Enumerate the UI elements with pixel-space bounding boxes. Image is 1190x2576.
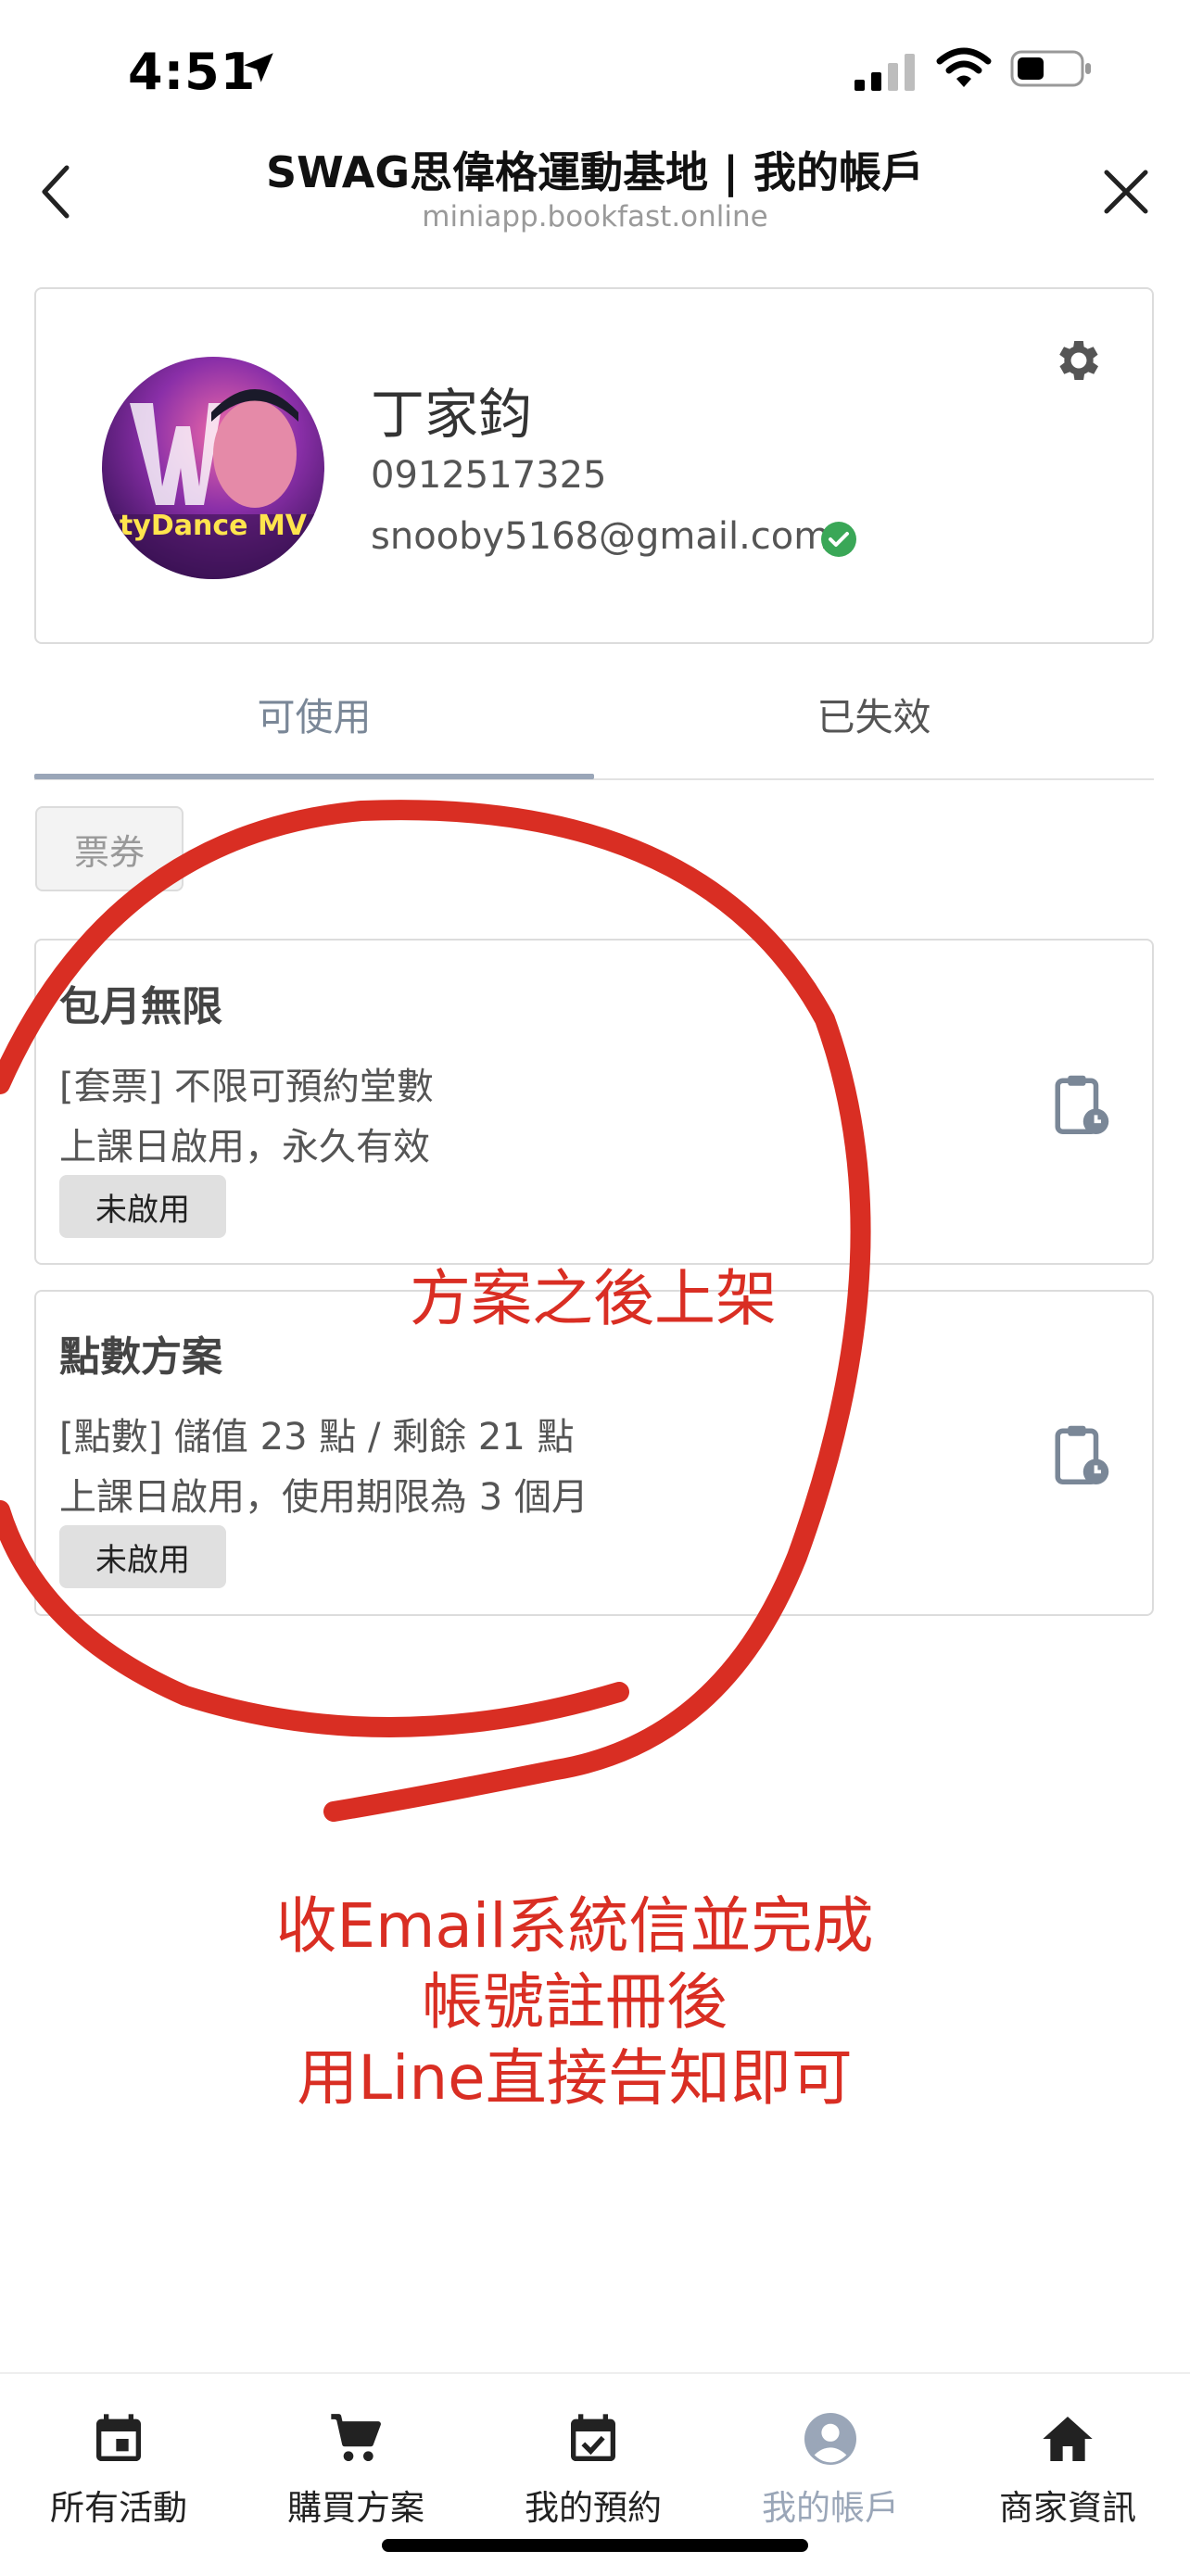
plan-description: [點數] 儲值 23 點 / 剩餘 21 點 xyxy=(59,1416,575,1458)
annotation-line: 收Email系統信並完成 xyxy=(275,1890,874,1962)
user-email: snooby5168@gmail.com xyxy=(371,515,830,558)
clipboard-clock-icon[interactable] xyxy=(1050,1070,1111,1137)
nav-label: 我的帳戶 xyxy=(762,2488,899,2528)
plan-status-badge: 未啟用 xyxy=(59,1175,226,1238)
avatar-caption: tyDance MV xyxy=(119,510,308,542)
nav-label: 商家資訊 xyxy=(999,2488,1136,2528)
tab-expired[interactable]: 已失效 xyxy=(594,686,1154,741)
cart-icon xyxy=(331,2414,381,2461)
account-icon xyxy=(804,2413,856,2465)
user-name: 丁家鈞 xyxy=(371,383,533,446)
gear-icon[interactable] xyxy=(1052,334,1106,387)
annotation-note-coming-soon: 方案之後上架 xyxy=(410,1263,777,1334)
back-button[interactable] xyxy=(28,159,83,224)
nav-label: 所有活動 xyxy=(50,2488,187,2528)
plan-description: [套票] 不限可預約堂數 xyxy=(59,1066,434,1108)
signal-icon xyxy=(855,54,915,91)
nav-label: 我的預約 xyxy=(525,2488,662,2528)
chevron-left-icon xyxy=(42,165,70,219)
nav-my-account[interactable]: 我的帳戶 xyxy=(712,2409,949,2530)
tab-available[interactable]: 可使用 xyxy=(34,686,594,741)
home-icon xyxy=(1043,2417,1093,2461)
close-button[interactable] xyxy=(1094,159,1158,224)
filter-chip-tickets[interactable]: 票券 xyxy=(35,806,184,891)
page-title: SWAG思偉格運動基地 | 我的帳戶 xyxy=(266,147,924,197)
nav-my-bookings[interactable]: 我的預約 xyxy=(475,2409,712,2530)
tab-active-indicator xyxy=(34,774,594,779)
calendar-icon xyxy=(96,2414,141,2461)
wifi-icon xyxy=(936,47,992,87)
status-time: 4:51 xyxy=(128,43,257,101)
plan-validity: 上課日啟用，使用期限為 3 個月 xyxy=(59,1476,589,1519)
clipboard-clock-icon[interactable] xyxy=(1050,1421,1111,1487)
plan-validity: 上課日啟用，永久有效 xyxy=(59,1126,430,1168)
plan-title: 包月無限 xyxy=(59,983,222,1030)
annotation-note-instructions: 收Email系統信並完成 帳號註冊後 用Line直接告知即可 xyxy=(185,1888,964,2116)
avatar[interactable]: tyDance MV xyxy=(102,357,324,579)
avatar-image xyxy=(102,357,324,579)
nav-buy-plans[interactable]: 購買方案 xyxy=(237,2409,475,2530)
nav-all-activities[interactable]: 所有活動 xyxy=(0,2409,237,2530)
nav-merchant-info[interactable]: 商家資訊 xyxy=(949,2409,1186,2530)
location-arrow-icon xyxy=(244,53,273,82)
battery-icon xyxy=(1010,50,1091,87)
plan-status-badge: 未啟用 xyxy=(59,1525,226,1588)
calendar-check-icon xyxy=(571,2414,615,2461)
plan-title: 點數方案 xyxy=(59,1333,222,1381)
verified-check-icon xyxy=(821,522,856,557)
annotation-line: 帳號註冊後 xyxy=(422,1966,728,2038)
nav-label: 購買方案 xyxy=(287,2488,424,2528)
annotation-line: 用Line直接告知即可 xyxy=(297,2042,853,2114)
user-phone: 0912517325 xyxy=(371,454,607,497)
home-indicator[interactable] xyxy=(382,2539,808,2552)
page-url: miniapp.bookfast.online xyxy=(422,200,768,234)
close-icon xyxy=(1104,170,1148,214)
